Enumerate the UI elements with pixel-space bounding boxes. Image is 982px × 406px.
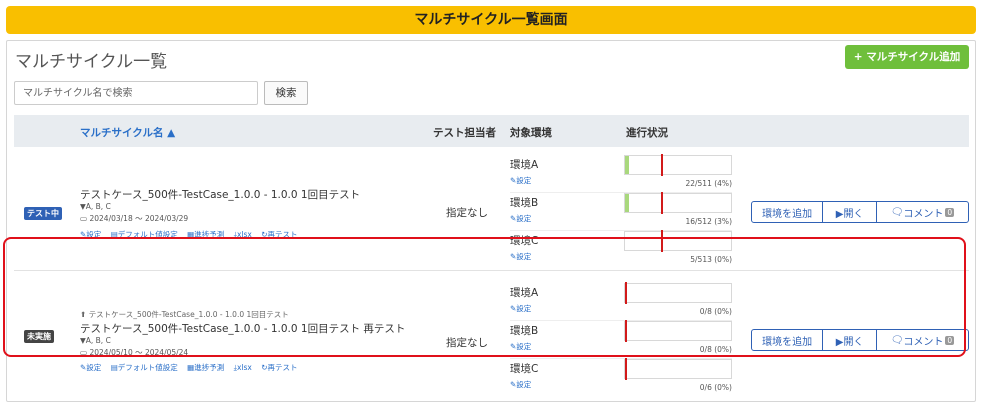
link-progress-forecast[interactable]: ▦進捗予測 [187, 363, 224, 372]
calendar-icon: ▭ [80, 214, 88, 223]
env-name: 環境A [510, 287, 539, 299]
link-settings[interactable]: ✎設定 [80, 363, 101, 372]
header-assignee: テスト担当者 [433, 127, 496, 139]
link-label: 再テスト [267, 230, 298, 239]
comment-count: 0 [945, 335, 955, 345]
link-settings[interactable]: ✎設定 [80, 230, 101, 239]
env-name: 環境B [510, 197, 539, 209]
add-env-button[interactable]: 環境を追加 [752, 330, 824, 350]
filter-label: ▼A, B, C [80, 336, 111, 345]
date-range: ▭ 2024/03/18 ～ 2024/03/29 [80, 213, 188, 224]
cycle-name: テストケース_500件-TestCase_1.0.0 - 1.0.0 1回目テス… [80, 323, 406, 335]
link-default-settings[interactable]: ▤デフォルト値設定 [111, 230, 178, 239]
comment-icon: 🗨 [890, 206, 904, 218]
cycle-name: テストケース_500件-TestCase_1.0.0 - 1.0.0 1回目テス… [80, 189, 361, 201]
progress-text: 22/511 (4%) [685, 179, 732, 188]
env-b: 環境B ✎設定 0/8 (0%) [510, 320, 732, 359]
comment-button[interactable]: 🗨 コメント 0 [877, 202, 968, 222]
link-label: デフォルト値設定 [117, 230, 178, 239]
env-name: 環境A [510, 159, 539, 171]
table-header: マルチサイクル名 ▲ テスト担当者 対象環境 進行状況 [14, 115, 969, 147]
open-button[interactable]: ▶開く [823, 202, 877, 222]
link-xlsx[interactable]: ⤓xlsx [234, 230, 252, 239]
link-label: xlsx [236, 230, 252, 239]
header-name-sort[interactable]: マルチサイクル名 ▲ [80, 125, 175, 140]
open-button[interactable]: ▶開く [823, 330, 877, 350]
comment-count: 0 [945, 207, 955, 217]
table-row: テスト中 テストケース_500件-TestCase_1.0.0 - 1.0.0 … [14, 149, 969, 271]
link-retest[interactable]: ↻再テスト [261, 363, 297, 372]
env-b: 環境B ✎設定 16/512 (3%) [510, 192, 732, 231]
row-links: ✎設定 ▤デフォルト値設定 ▦進捗予測 ⤓xlsx ↻再テスト [80, 362, 305, 373]
env-settings-link[interactable]: ✎設定 [510, 341, 531, 352]
date-range: ▭ 2024/05/10 ～ 2024/05/24 [80, 347, 188, 358]
table-row: 未実施 ⬆ テストケース_500件-TestCase_1.0.0 - 1.0.0… [14, 279, 969, 397]
status-badge: 未実施 [24, 330, 54, 343]
env-a: 環境A ✎設定 22/511 (4%) [510, 154, 732, 193]
link-label: xlsx [236, 363, 252, 372]
add-multicycle-button[interactable]: + マルチサイクル追加 [845, 45, 969, 69]
progress-text: 16/512 (3%) [685, 217, 732, 226]
header-progress: 進行状況 [626, 127, 668, 139]
env-a: 環境A ✎設定 0/8 (0%) [510, 282, 732, 321]
add-env-button[interactable]: 環境を追加 [752, 202, 824, 222]
header-env: 対象環境 [510, 127, 552, 139]
filter-label: ▼A, B, C [80, 202, 111, 211]
link-xlsx[interactable]: ⤓xlsx [234, 363, 252, 372]
status-badge: テスト中 [24, 207, 62, 220]
parent-label: テストケース_500件-TestCase_1.0.0 - 1.0.0 1回目テス… [88, 310, 289, 319]
comment-button[interactable]: 🗨 コメント 0 [877, 330, 968, 350]
link-label: デフォルト値設定 [117, 363, 178, 372]
link-label: 設定 [86, 363, 102, 372]
link-label: 再テスト [267, 363, 298, 372]
file-icon: ▤ [110, 230, 118, 239]
comment-label: コメント [903, 336, 944, 348]
progress-bar [624, 282, 732, 304]
progress-text: 0/8 (0%) [699, 345, 732, 354]
link-default-settings[interactable]: ▤デフォルト値設定 [111, 363, 178, 372]
progress-bar [624, 192, 732, 214]
progress-text: 5/513 (0%) [690, 255, 732, 264]
search-button[interactable]: 検索 [264, 81, 308, 105]
env-settings-link[interactable]: ✎設定 [510, 379, 531, 390]
env-c: 環境C ✎設定 5/513 (0%) [510, 230, 732, 269]
link-label: 設定 [86, 230, 102, 239]
link-label: 進捗予測 [194, 230, 225, 239]
env-settings-link[interactable]: ✎設定 [510, 303, 531, 314]
link-retest[interactable]: ↻再テスト [261, 230, 297, 239]
assignee: 指定なし [446, 337, 488, 349]
date-text: 2024/05/10 ～ 2024/05/24 [89, 348, 189, 357]
env-settings-link[interactable]: ✎設定 [510, 251, 531, 262]
env-name: 環境C [510, 363, 539, 375]
calendar-icon: ▭ [80, 348, 88, 357]
row-actions: 環境を追加 ▶開く 🗨 コメント 0 [751, 201, 969, 223]
row-links: ✎設定 ▤デフォルト値設定 ▦進捗予測 ⤓xlsx ↻再テスト [80, 229, 305, 240]
env-c: 環境C ✎設定 0/6 (0%) [510, 358, 732, 397]
link-label: 進捗予測 [194, 363, 225, 372]
comment-label: コメント [903, 208, 944, 220]
page-banner: マルチサイクル一覧画面 [6, 6, 976, 34]
row-actions: 環境を追加 ▶開く 🗨 コメント 0 [751, 329, 969, 351]
env-settings-link[interactable]: ✎設定 [510, 213, 531, 224]
progress-bar [624, 154, 732, 176]
link-progress-forecast[interactable]: ▦進捗予測 [187, 230, 224, 239]
arrow-up-icon: ⬆ [80, 310, 87, 319]
page-title: マルチサイクル一覧 [15, 52, 168, 72]
assignee: 指定なし [446, 207, 488, 219]
progress-bar [624, 230, 732, 252]
file-icon: ▤ [110, 363, 118, 372]
progress-bar [624, 320, 732, 342]
env-name: 環境C [510, 235, 539, 247]
search-input[interactable] [14, 81, 258, 105]
parent-cycle: ⬆ テストケース_500件-TestCase_1.0.0 - 1.0.0 1回目… [80, 309, 289, 320]
progress-bar [624, 358, 732, 380]
date-text: 2024/03/18 ～ 2024/03/29 [89, 214, 189, 223]
env-settings-link[interactable]: ✎設定 [510, 175, 531, 186]
progress-text: 0/6 (0%) [699, 383, 732, 392]
env-name: 環境B [510, 325, 539, 337]
comment-icon: 🗨 [890, 334, 904, 346]
multicycle-panel: マルチサイクル一覧 + マルチサイクル追加 検索 マルチサイクル名 ▲ テスト担… [6, 40, 976, 402]
progress-text: 0/8 (0%) [699, 307, 732, 316]
